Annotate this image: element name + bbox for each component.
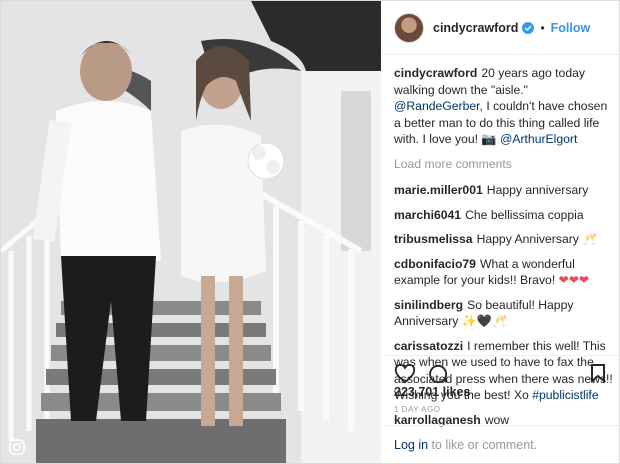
header-username[interactable]: cindycrawford — [433, 21, 518, 35]
comment-username[interactable]: cdbonifacio79 — [394, 257, 476, 271]
post-side-panel: cindycrawford • Follow cindycrawford 20 y… — [382, 1, 620, 463]
instagram-icon — [9, 439, 25, 455]
caption-username[interactable]: cindycrawford — [394, 66, 477, 80]
instagram-post: cindycrawford • Follow cindycrawford 20 y… — [0, 0, 620, 464]
post-photo[interactable] — [1, 1, 381, 463]
bookmark-icon[interactable] — [590, 363, 606, 383]
comment-icon[interactable] — [428, 364, 448, 384]
post-header: cindycrawford • Follow — [382, 1, 620, 55]
heart-emoji: ❤❤❤ — [558, 273, 590, 287]
likes-count[interactable]: 223,701 likes — [394, 385, 470, 399]
heart-icon[interactable] — [394, 364, 416, 384]
mention-link[interactable]: @ArthurElgort — [500, 132, 577, 146]
post-timestamp[interactable]: 1 DAY AGO — [394, 405, 440, 414]
comment-item: tribusmelissa Happy Anniversary 🥂 — [394, 231, 616, 248]
comment-username[interactable]: sinilindberg — [394, 298, 463, 312]
comment-username[interactable]: carissatozzi — [394, 339, 463, 353]
wedding-photo-illustration — [1, 1, 381, 463]
comment-username[interactable]: tribusmelissa — [394, 232, 473, 246]
avatar[interactable] — [394, 12, 424, 43]
comment-item: marie.miller001 Happy anniversary — [394, 182, 616, 199]
camera-icon: 📷 — [481, 132, 497, 146]
login-prompt: Log in to like or comment. — [382, 425, 620, 463]
comment-text: Happy Anniversary 🥂 — [476, 232, 598, 246]
comment-item: marchi6041 Che bellissima coppia — [394, 207, 616, 224]
comment-text: Che bellissima coppia — [465, 207, 584, 222]
mention-link[interactable]: @RandeGerber — [394, 99, 480, 113]
load-more-comments-button[interactable]: Load more comments — [394, 156, 616, 173]
separator-dot: • — [540, 20, 545, 35]
action-bar — [382, 355, 620, 387]
comment-username[interactable]: marchi6041 — [394, 208, 461, 222]
login-prompt-text: to like or comment. — [431, 438, 538, 452]
hashtag-link[interactable]: #publicistlife — [532, 388, 598, 402]
comment-username[interactable]: marie.miller001 — [394, 183, 483, 197]
verified-badge-icon — [522, 21, 535, 34]
comment-text: Happy anniversary — [486, 183, 589, 197]
follow-button[interactable]: Follow — [551, 21, 591, 35]
comment-item: cdbonifacio79 What a wonderful example fo… — [394, 256, 616, 289]
login-link[interactable]: Log in — [394, 438, 428, 452]
comment-item: sinilindberg So beautiful! Happy Annivers… — [394, 297, 616, 330]
caption: cindycrawford 20 years ago today walking … — [394, 65, 616, 148]
